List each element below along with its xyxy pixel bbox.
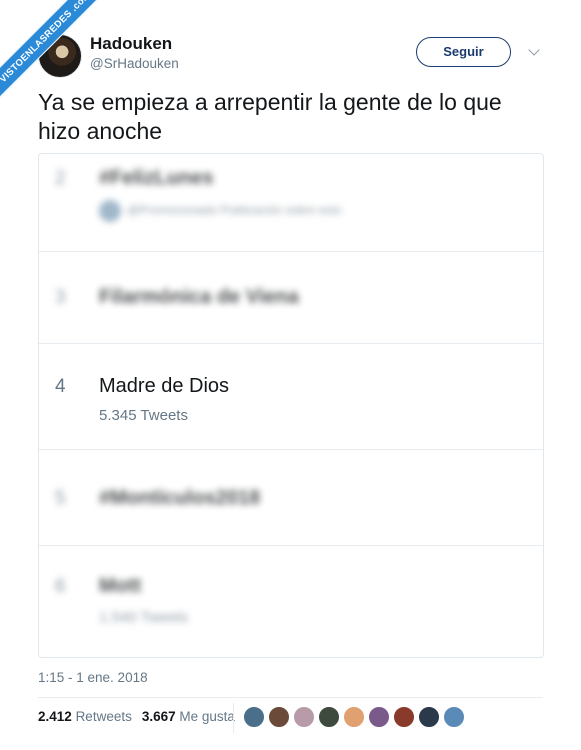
trend-item: 3 Filarmónica de Viena: [39, 252, 543, 344]
liker-avatar-3[interactable]: [293, 706, 315, 728]
liker-avatar-4[interactable]: [318, 706, 340, 728]
tweet-stats: 2.412 Retweets 3.667 Me gusta: [38, 709, 235, 724]
likes-label: Me gusta: [179, 709, 235, 724]
liker-avatar-9[interactable]: [443, 706, 465, 728]
trend-item: 5 #Montículos2018: [39, 450, 543, 546]
retweets-stat[interactable]: 2.412 Retweets: [38, 709, 132, 724]
liker-avatar-1[interactable]: [243, 706, 265, 728]
watermark-text: VISTOENLASREDES .com: [0, 0, 113, 105]
liker-avatar-5[interactable]: [343, 706, 365, 728]
liker-avatar-2[interactable]: [268, 706, 290, 728]
trend-item: 6 Mott 1.540 Tweets: [39, 546, 543, 657]
retweets-count: 2.412: [38, 709, 72, 724]
liker-avatar-7[interactable]: [393, 706, 415, 728]
watermark-ribbon: VISTOENLASREDES .com: [0, 0, 120, 120]
likes-count: 3.667: [141, 709, 176, 724]
liker-avatar-8[interactable]: [418, 706, 440, 728]
trend-rank: 4: [55, 376, 66, 397]
stats-separator: [233, 703, 234, 733]
trend-name: #FelizLunes: [99, 167, 214, 189]
trend-rank: 5: [55, 488, 66, 509]
trend-rank: 6: [55, 576, 66, 597]
trend-item: 2 #FelizLunes @Promocionado·Publicación …: [39, 154, 543, 252]
follow-button[interactable]: Seguir: [416, 37, 511, 67]
trend-tweet-count: 1.540 Tweets: [99, 609, 188, 626]
liker-avatar-6[interactable]: [368, 706, 390, 728]
trend-rank: 3: [55, 287, 66, 308]
trend-tweet-count: 5.345 Tweets: [99, 407, 188, 424]
trend-detail: @Promocionado·Publicación sobre esto: [99, 200, 341, 222]
trend-name: Mott: [99, 575, 142, 597]
likes-stat[interactable]: 3.667 Me gusta: [142, 709, 235, 724]
trend-name: #Montículos2018: [99, 487, 261, 509]
chevron-down-icon[interactable]: [528, 44, 540, 56]
liker-avatars: [243, 706, 468, 728]
trend-item: 4 Madre de Dios 5.345 Tweets: [39, 344, 543, 450]
divider: [38, 697, 543, 698]
tweet-timestamp[interactable]: 1:15 - 1 ene. 2018: [38, 670, 148, 685]
trend-name: Filarmónica de Viena: [99, 286, 299, 308]
trend-rank: 2: [55, 168, 66, 189]
retweets-label: Retweets: [75, 709, 132, 724]
promoted-icon: [99, 200, 121, 222]
tweet-image-trends[interactable]: 2 #FelizLunes @Promocionado·Publicación …: [38, 153, 544, 658]
trend-name: Madre de Dios: [99, 375, 230, 397]
